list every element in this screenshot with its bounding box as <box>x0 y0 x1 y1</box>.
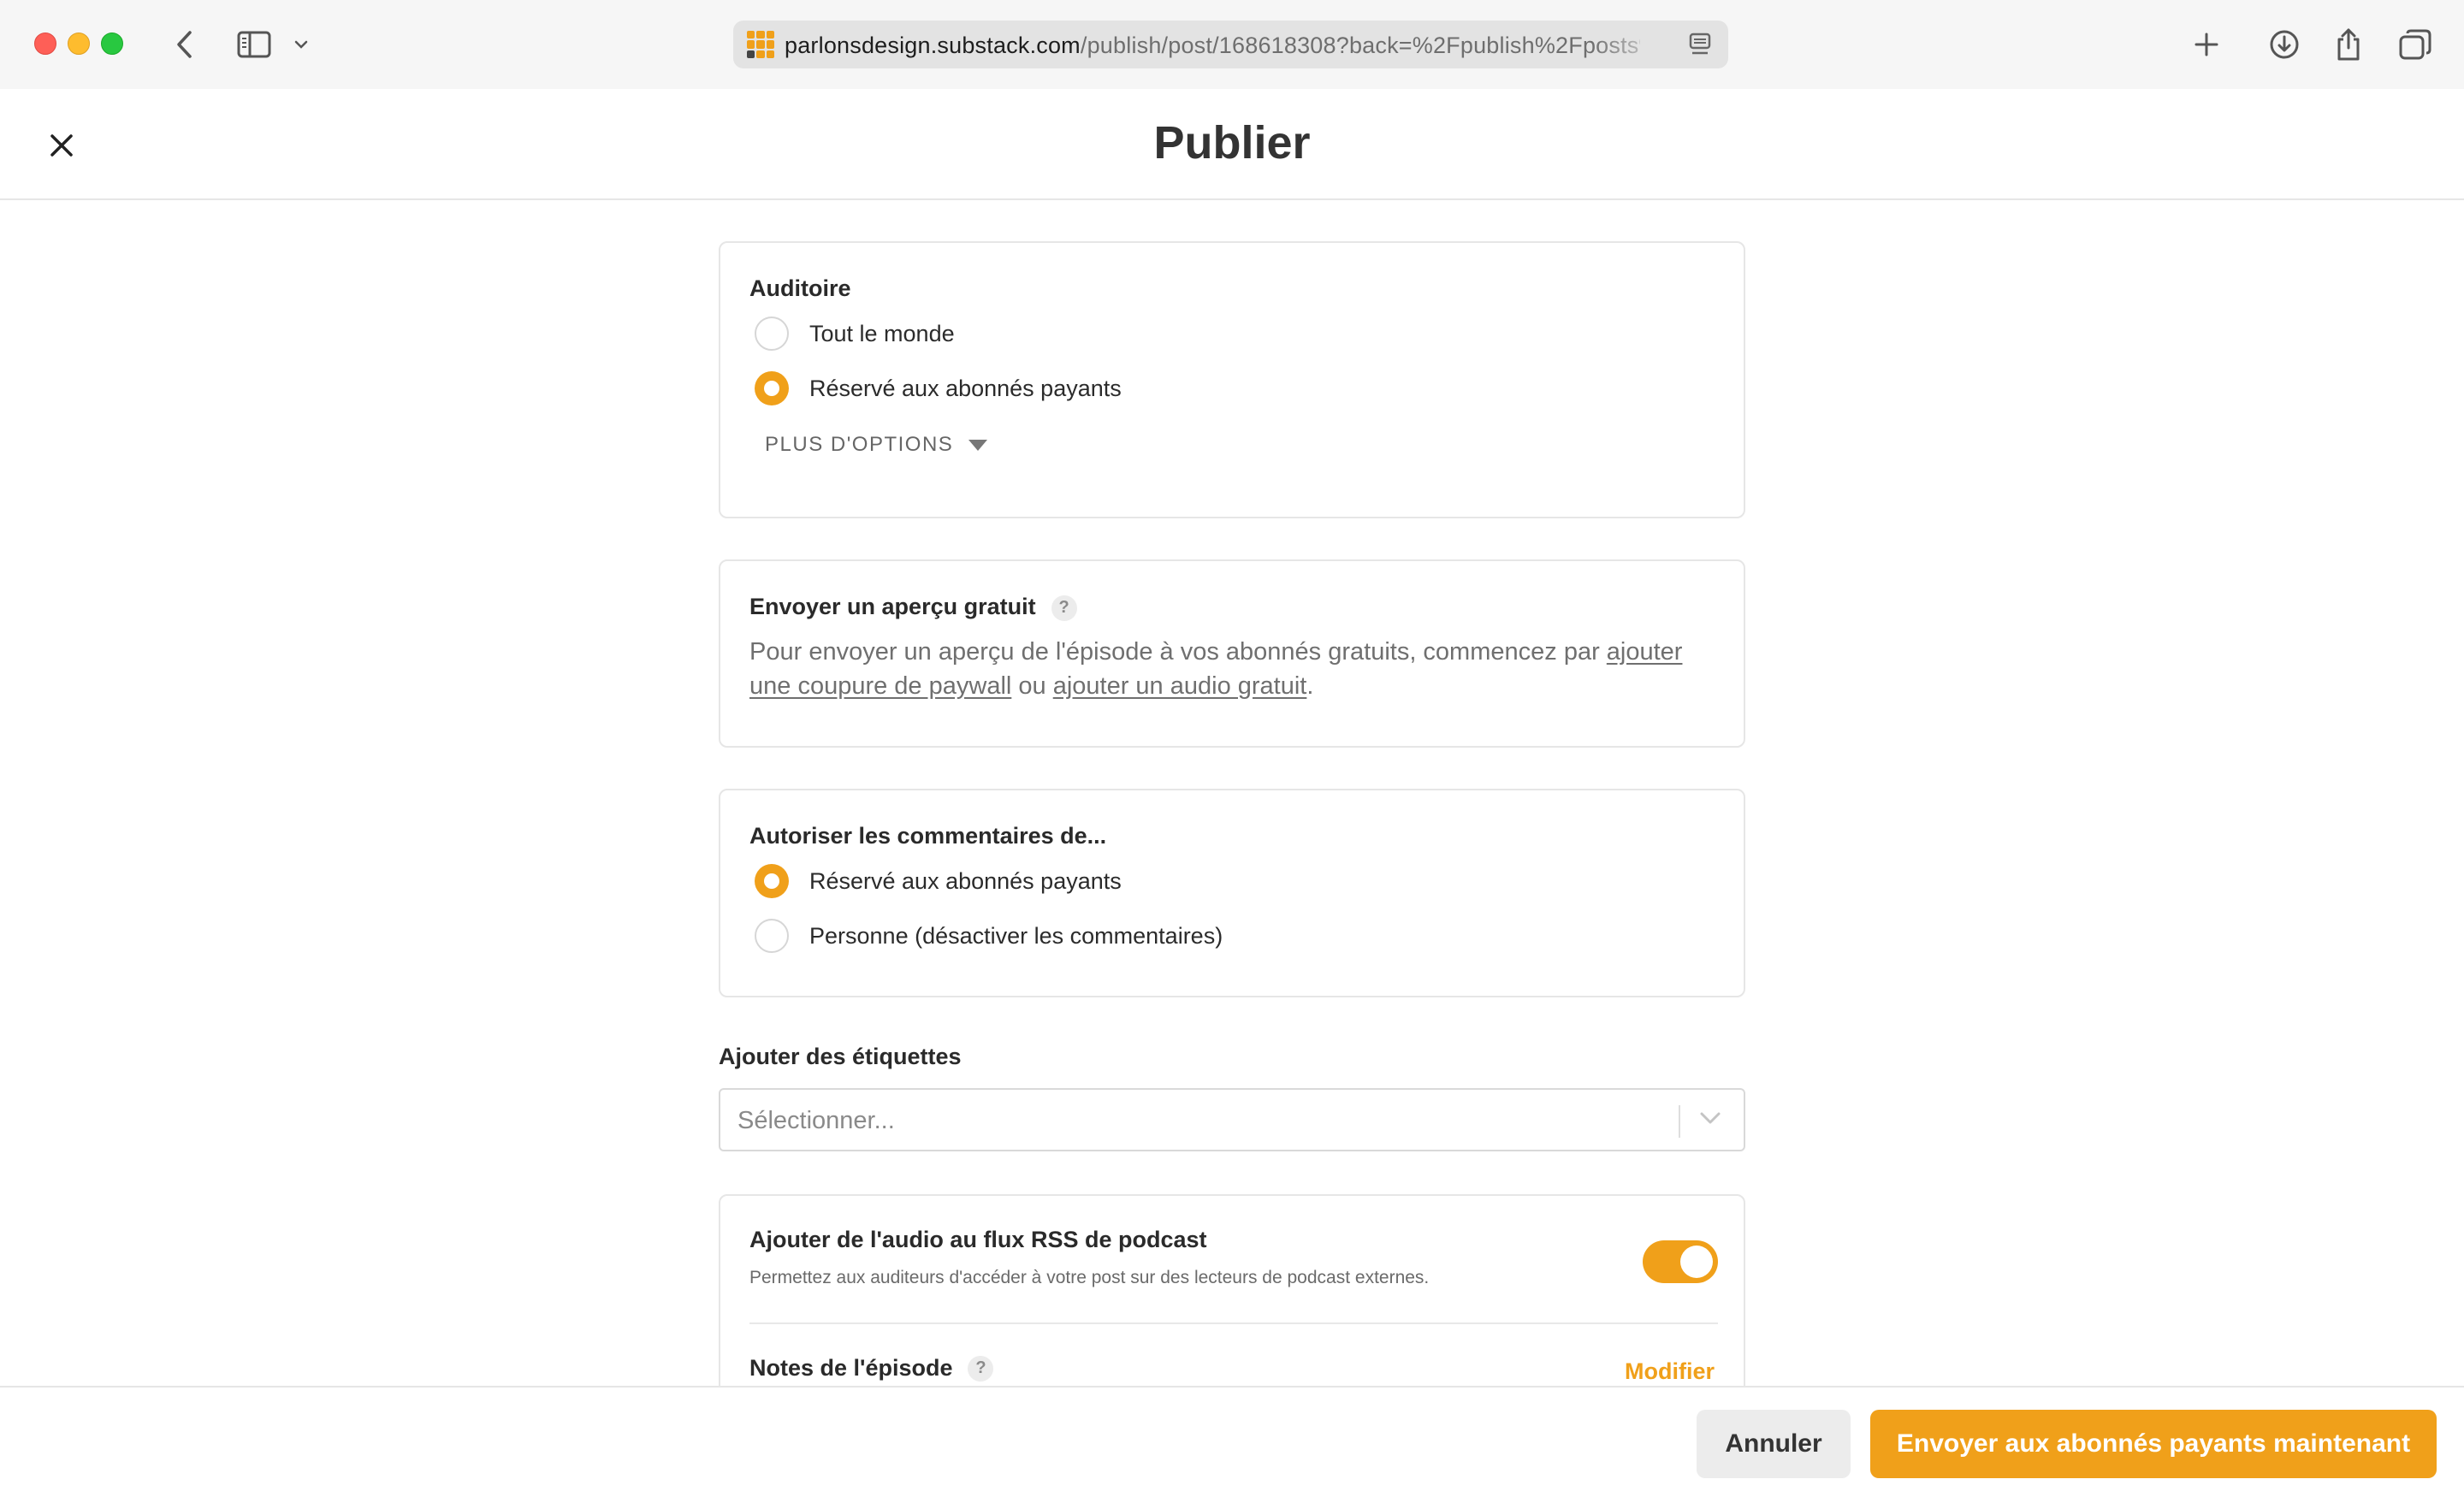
download-icon <box>2270 30 2299 59</box>
caret-down-icon <box>968 439 988 451</box>
divider <box>749 1322 1718 1324</box>
cancel-button[interactable]: Annuler <box>1697 1410 1851 1478</box>
sidebar-toggle-button[interactable] <box>236 26 272 63</box>
more-options-label: PLUS D'OPTIONS <box>765 433 954 456</box>
free-preview-card: Envoyer un aperçu gratuit? Pour envoyer … <box>719 559 1745 748</box>
send-to-paid-subscribers-button[interactable]: Envoyer aux abonnés payants maintenant <box>1870 1410 2437 1478</box>
window-close-button[interactable] <box>34 33 56 55</box>
podcast-rss-toggle[interactable] <box>1643 1240 1718 1283</box>
more-options-toggle[interactable]: PLUS D'OPTIONS <box>765 433 988 457</box>
modal-header: Publier <box>0 89 2464 200</box>
radio-button-selected[interactable] <box>755 371 789 405</box>
modal-footer: Annuler Envoyer aux abonnés payants main… <box>0 1386 2464 1497</box>
chevron-left-icon <box>177 31 192 58</box>
page-title: Publier <box>1153 117 1311 169</box>
podcast-title: Ajouter de l'audio au flux RSS de podcas… <box>749 1227 1207 1252</box>
url-text: parlonsdesign.substack.com/publish/post/… <box>785 33 1640 58</box>
sidebar-icon <box>237 31 271 58</box>
radio-label: Personne (désactiver les commentaires) <box>809 922 1223 949</box>
help-icon[interactable]: ? <box>1051 595 1077 621</box>
help-icon[interactable]: ? <box>968 1355 994 1382</box>
podcast-description: Permettez aux auditeurs d'accéder à votr… <box>749 1268 1430 1287</box>
tab-group-menu-button[interactable] <box>291 26 311 63</box>
tags-select[interactable]: Sélectionner... <box>719 1088 1745 1151</box>
radio-label: Tout le monde <box>809 320 955 346</box>
audience-option-paid[interactable]: Réservé aux abonnés payants <box>755 371 1122 405</box>
comments-card: Autoriser les commentaires de... Réservé… <box>719 789 1745 997</box>
radio-label: Réservé aux abonnés payants <box>809 867 1122 894</box>
select-divider <box>1679 1105 1680 1138</box>
comments-option-paid[interactable]: Réservé aux abonnés payants <box>755 864 1122 898</box>
radio-label: Réservé aux abonnés payants <box>809 375 1122 401</box>
publish-settings: Auditoire Tout le monde Réservé aux abon… <box>0 202 2464 1386</box>
comments-option-nobody[interactable]: Personne (désactiver les commentaires) <box>755 919 1223 953</box>
free-preview-text: Pour envoyer un aperçu de l'épisode à vo… <box>749 638 1683 700</box>
address-bar[interactable]: parlonsdesign.substack.com/publish/post/… <box>733 21 1728 68</box>
window-zoom-button[interactable] <box>101 33 123 55</box>
podcast-card: Ajouter de l'audio au flux RSS de podcas… <box>719 1194 1745 1386</box>
free-preview-title: Envoyer un aperçu gratuit? <box>749 594 1077 621</box>
tabs-icon <box>2399 29 2431 60</box>
add-free-audio-link[interactable]: ajouter un audio gratuit <box>1053 672 1307 700</box>
new-tab-button[interactable] <box>2193 26 2220 63</box>
site-favicon-icon <box>747 31 774 58</box>
comments-title: Autoriser les commentaires de... <box>749 823 1107 849</box>
audience-card: Auditoire Tout le monde Réservé aux abon… <box>719 241 1745 518</box>
episode-notes-title: Notes de l'épisode? <box>749 1355 994 1382</box>
modify-notes-link[interactable]: Modifier <box>1625 1358 1715 1385</box>
chevron-down-icon[interactable] <box>1699 1110 1721 1126</box>
radio-button-selected[interactable] <box>755 864 789 898</box>
browser-toolbar: parlonsdesign.substack.com/publish/post/… <box>0 0 2464 89</box>
back-button[interactable] <box>171 26 197 63</box>
tab-overview-button[interactable] <box>2399 26 2431 63</box>
chevron-down-icon <box>294 40 308 49</box>
tags-label: Ajouter des étiquettes <box>719 1044 962 1069</box>
plus-icon <box>2194 33 2218 56</box>
window-minimize-button[interactable] <box>68 33 90 55</box>
radio-button[interactable] <box>755 919 789 953</box>
audience-option-everyone[interactable]: Tout le monde <box>755 317 955 351</box>
share-icon <box>2337 28 2360 61</box>
reader-mode-icon[interactable] <box>1689 33 1711 56</box>
tags-select-placeholder: Sélectionner... <box>737 1107 895 1134</box>
audience-title: Auditoire <box>749 275 851 301</box>
share-button[interactable] <box>2334 26 2363 63</box>
downloads-button[interactable] <box>2269 26 2300 63</box>
radio-button[interactable] <box>755 317 789 351</box>
